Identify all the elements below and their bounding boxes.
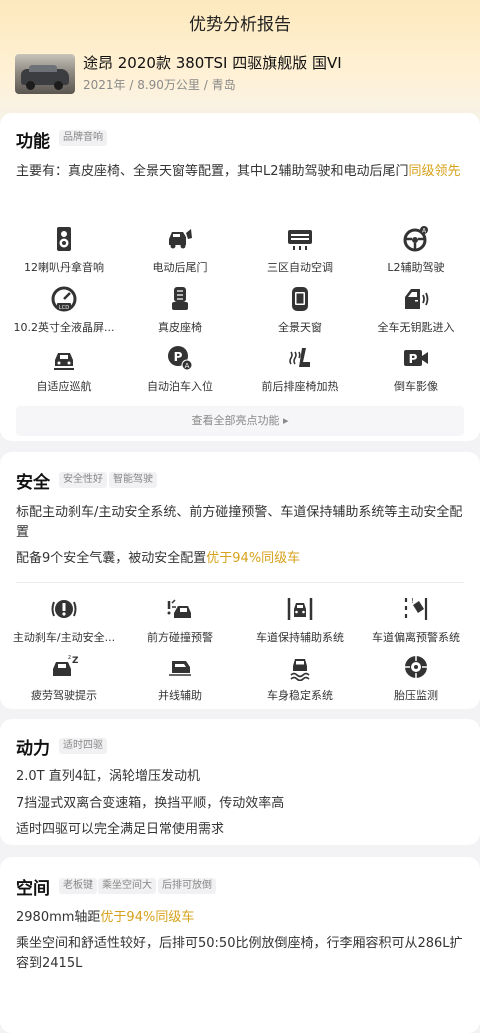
keyless-entry-icon (405, 289, 429, 309)
function-title: 功能 (16, 132, 50, 152)
feature-item[interactable]: LCD 10.2英寸全液晶屏... (4, 285, 124, 335)
svg-text:Z: Z (72, 656, 78, 666)
safety-item[interactable]: 车身稳定系统 (240, 653, 360, 703)
power-line: 2.0T 直列4缸，涡轮增压发动机 (16, 769, 201, 784)
divider (16, 582, 464, 583)
space-line-2: 乘坐空间和舒适性较好，后排可50:50比例放倒座椅，行李厢容积可从286L扩容到… (16, 936, 463, 971)
svg-text:P: P (174, 350, 183, 364)
stability-control-icon (290, 659, 310, 681)
auto-parking-icon: PA (168, 346, 193, 371)
car-name: 途昂 2020款 380TSI 四驱旗舰版 国VI (83, 54, 342, 72)
function-tag: 品牌音响 (59, 130, 107, 146)
safety-item[interactable]: 胎压监测 (356, 653, 476, 703)
power-line: 7挡湿式双离合变速箱，换挡平顺，传动效率高 (16, 796, 285, 811)
safety-line-1: 标配主动刹车/主动安全系统、前方碰撞预警、车道保持辅助系统等主动安全配置 (16, 505, 463, 540)
leather-seat-icon (172, 287, 188, 310)
report-header: 优势分析报告 途昂 2020款 380TSI 四驱旗舰版 国VI 2021年 /… (0, 0, 480, 125)
function-summary: 主要有：真皮座椅、全景天窗等配置，其中L2辅助驾驶和电动后尾门同级领先 (16, 164, 461, 179)
seat-heating-icon (289, 348, 310, 367)
feature-item[interactable]: 前后排座椅加热 (240, 344, 360, 394)
safety-item[interactable]: ! 车道偏离预警系统 (356, 595, 476, 645)
car-meta: 2021年 / 8.90万公里 / 青岛 (83, 78, 236, 92)
feature-item[interactable]: 电动后尾门 (120, 225, 240, 275)
tire-pressure-icon (405, 656, 427, 678)
safety-title: 安全 (16, 473, 50, 493)
lcd-gauge-icon: LCD (51, 286, 77, 312)
svg-text:A: A (185, 362, 190, 370)
feature-item[interactable]: P 倒车影像 (356, 344, 476, 394)
lane-keep-icon (287, 598, 313, 620)
space-tag: 乘坐空间大 (98, 878, 156, 894)
view-all-features-button[interactable]: 查看全部亮点功能 ▸ (16, 406, 464, 436)
power-title: 动力 (16, 739, 50, 759)
svg-text:!: ! (411, 597, 414, 605)
safety-item[interactable]: Zz 疲劳驾驶提示 (4, 653, 124, 703)
space-title: 空间 (16, 879, 50, 899)
safety-tag: 安全性好 (59, 472, 107, 488)
feature-item[interactable]: 三区自动空调 (240, 225, 360, 275)
space-line-1: 2980mm轴距优于94%同级车 (16, 910, 195, 925)
panoramic-sunroof-icon (292, 287, 308, 311)
feature-item[interactable]: PA 自动泊车入位 (120, 344, 240, 394)
adaptive-cruise-icon (54, 353, 74, 370)
safety-item[interactable]: 车道保持辅助系统 (240, 595, 360, 645)
power-tag: 适时四驱 (59, 738, 107, 754)
safety-tag: 智能驾驶 (109, 472, 157, 488)
function-card: 功能 品牌音响 主要有：真皮座椅、全景天窗等配置，其中L2辅助驾驶和电动后尾门同… (0, 113, 480, 441)
svg-text:z: z (68, 654, 71, 661)
power-card: 动力 适时四驱 2.0T 直列4缸，涡轮增压发动机 7挡湿式双离合变速箱，换挡平… (0, 719, 480, 845)
space-card: 空间 老板键 乘坐空间大 后排可放倒 2980mm轴距优于94%同级车 乘坐空间… (0, 857, 480, 1033)
steering-assist-icon: A (403, 226, 428, 252)
feature-item[interactable]: 真皮座椅 (120, 285, 240, 335)
safety-item[interactable]: 前方碰撞预警 (120, 595, 240, 645)
car-thumbnail[interactable] (15, 54, 75, 94)
feature-item[interactable]: 全景天窗 (240, 285, 360, 335)
safety-card: 安全 安全性好 智能驾驶 标配主动刹车/主动安全系统、前方碰撞预警、车道保持辅助… (0, 452, 480, 709)
feature-item[interactable]: A L2辅助驾驶 (356, 225, 476, 275)
active-brake-icon (51, 600, 77, 618)
svg-text:P: P (409, 352, 418, 366)
power-tailgate-icon (169, 229, 192, 249)
power-line: 适时四驱可以完全满足日常使用需求 (16, 822, 225, 837)
safety-item[interactable]: 并线辅助 (120, 653, 240, 703)
page-title: 优势分析报告 (189, 15, 291, 35)
feature-item[interactable]: 12喇叭丹拿音响 (4, 225, 124, 275)
collision-warning-icon (167, 599, 191, 618)
speaker-icon (57, 227, 71, 251)
lane-departure-icon: ! (404, 597, 428, 620)
space-tag: 老板键 (59, 878, 97, 894)
climate-control-icon (288, 230, 312, 250)
feature-item[interactable]: 自适应巡航 (4, 344, 124, 394)
safety-line-2: 配备9个安全气囊，被动安全配置优于94%同级车 (16, 551, 301, 566)
svg-text:LCD: LCD (59, 305, 69, 311)
feature-item[interactable]: 全车无钥匙进入 (356, 285, 476, 335)
fatigue-alert-icon: Zz (53, 654, 78, 676)
safety-item[interactable]: 主动刹车/主动安全... (4, 595, 124, 645)
space-tag: 后排可放倒 (158, 878, 216, 894)
blind-spot-icon (169, 661, 191, 676)
reverse-camera-icon: P (404, 350, 428, 366)
